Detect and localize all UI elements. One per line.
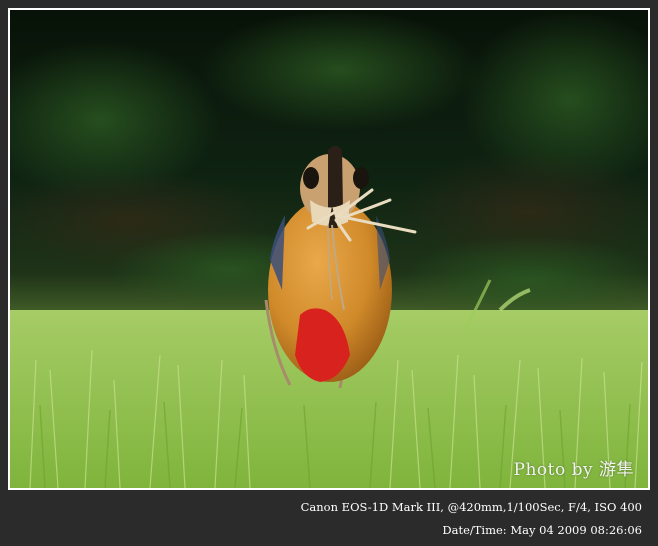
exif-camera-info: Canon EOS-1D Mark III, @420mm,1/100Sec, … xyxy=(300,500,642,514)
photographer-watermark: Photo by 游隼 xyxy=(513,460,634,480)
bird-photo-image xyxy=(10,10,648,488)
exif-date-time: Date/Time: May 04 2009 08:26:06 xyxy=(442,523,642,537)
photo-frame: Photo by 游隼 Canon EOS-1D Mark III, @420m… xyxy=(0,0,658,546)
photo: Photo by 游隼 xyxy=(10,10,648,488)
